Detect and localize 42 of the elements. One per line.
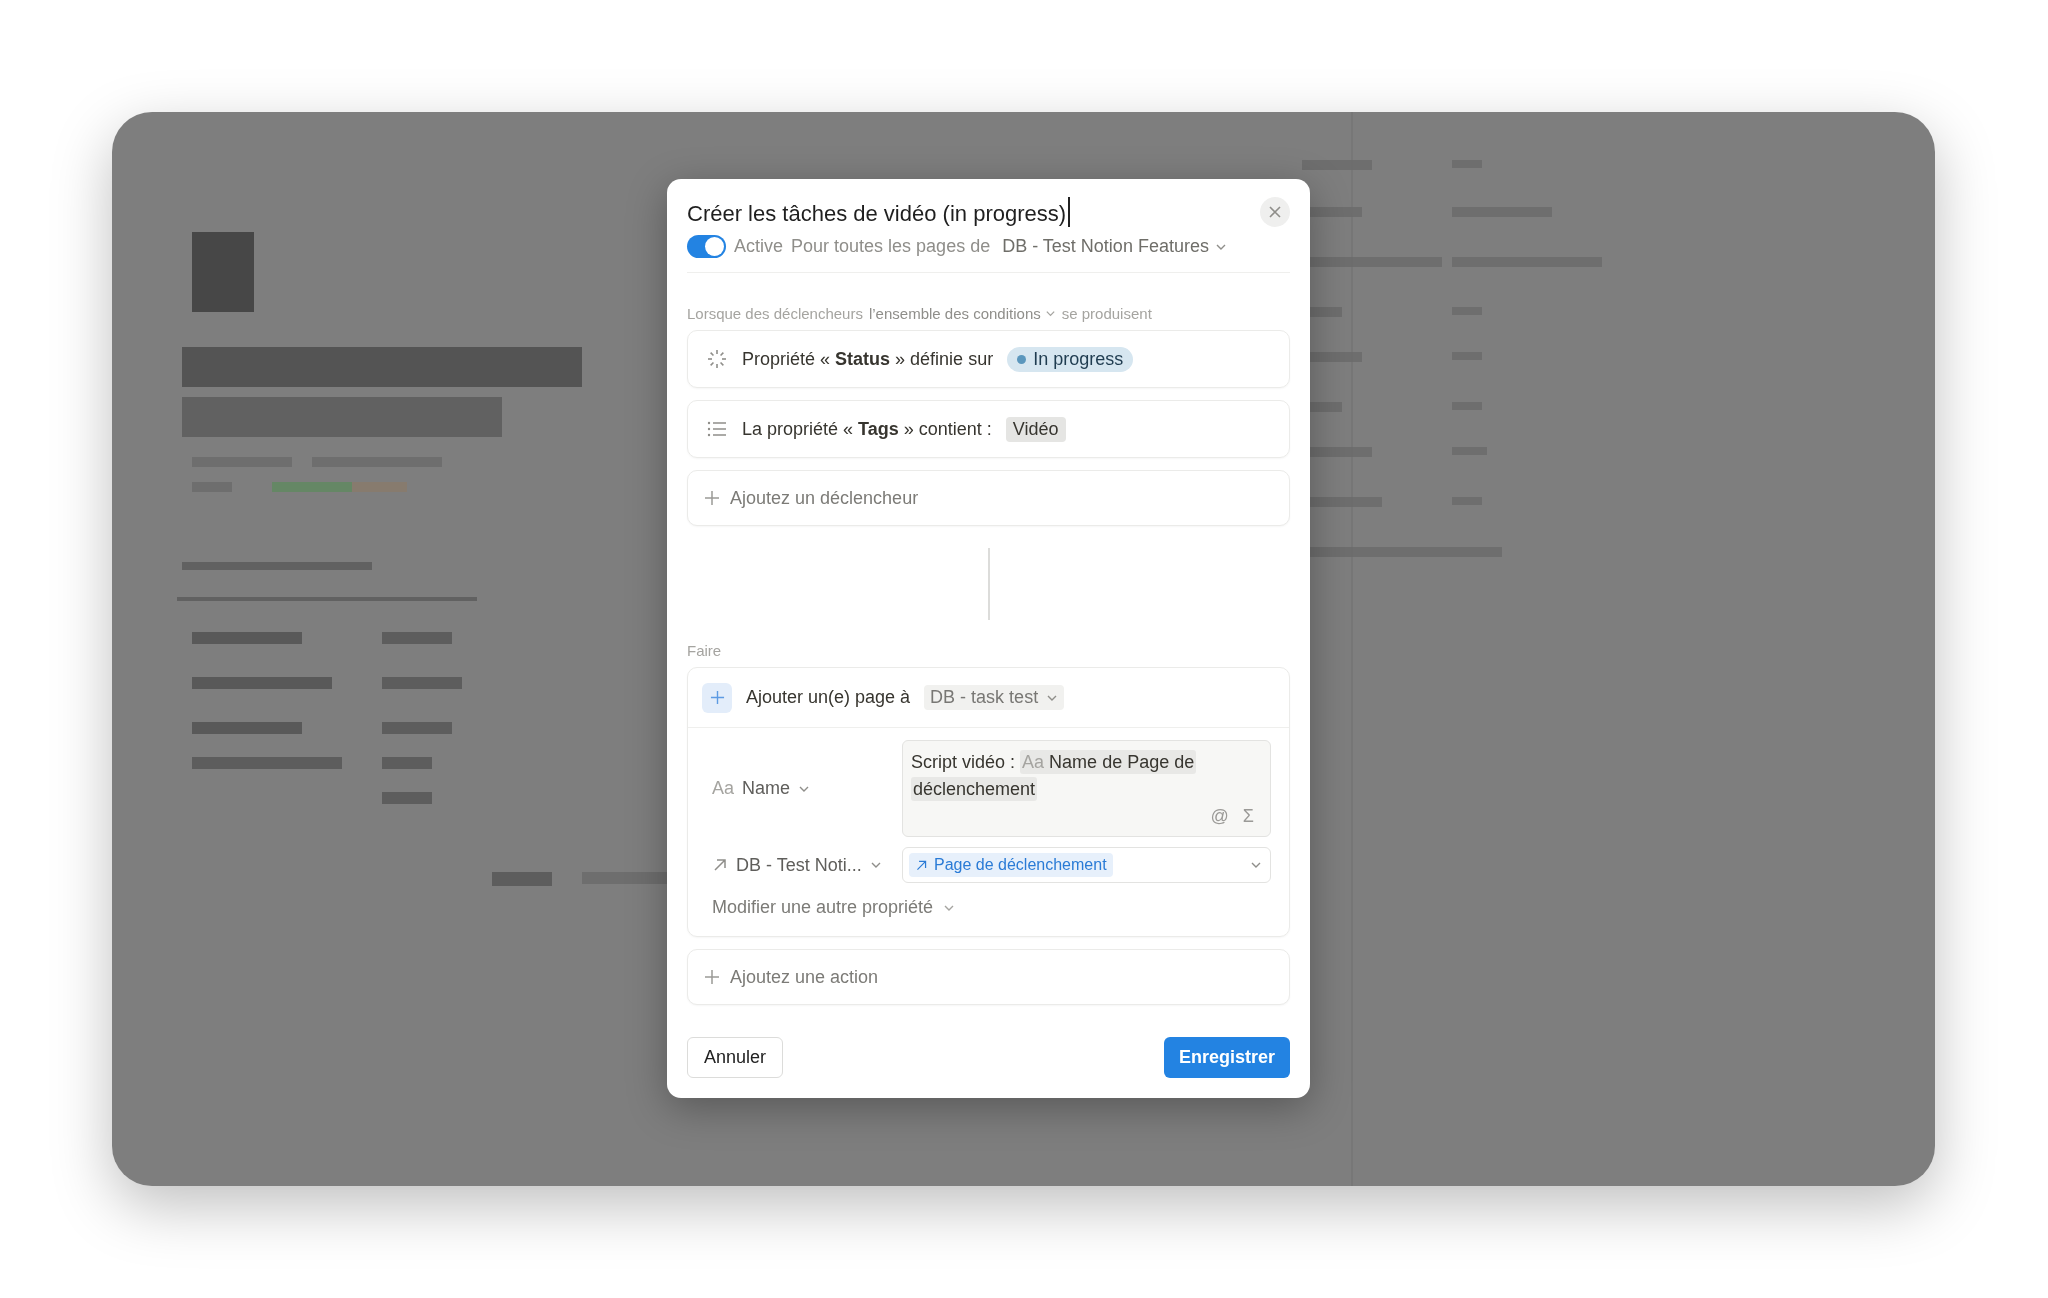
trigger-card[interactable]: Propriété « Status » définie sur In progress (687, 330, 1290, 388)
active-label: Active (734, 236, 784, 257)
loading-icon (706, 348, 728, 370)
section-label: Faire (687, 642, 722, 659)
plus-icon (704, 490, 720, 506)
condition-mode-selector[interactable]: l’ensemble des conditions (868, 305, 1056, 322)
edit-property-button[interactable]: Modifier une autre propriété (712, 893, 956, 922)
section-label: se produisent (1061, 305, 1152, 322)
save-button[interactable]: Enregistrer (1163, 1037, 1290, 1078)
list-icon (706, 420, 728, 438)
arrow-up-right-icon (712, 857, 728, 873)
close-icon (1269, 206, 1281, 218)
active-toggle[interactable] (687, 235, 726, 258)
mention-icon[interactable]: @ (1210, 803, 1229, 830)
scope-label: Pour toutes les pages de (791, 236, 991, 257)
close-button[interactable] (1260, 197, 1290, 227)
database-selector[interactable]: DB - Test Notion Features (998, 236, 1227, 257)
plus-icon (704, 969, 720, 985)
chevron-down-icon (1044, 308, 1056, 319)
automation-title[interactable]: Créer les tâches de vidéo (in progress) (687, 197, 1071, 227)
property-selector[interactable]: Aa Name (712, 778, 902, 799)
page-chip-text: Page de déclenchement (934, 856, 1107, 874)
status-text: In progress (1033, 348, 1124, 370)
trigger-card[interactable]: La propriété « Tags » contient : Vidéo (687, 400, 1290, 458)
property-selector[interactable]: DB - Test Noti... (712, 854, 902, 876)
trigger-text: La propriété « Tags » contient : (742, 418, 992, 440)
connector-line (987, 548, 990, 620)
tag-chip: Vidéo (1005, 416, 1066, 442)
value-field[interactable]: Script vidéo : Aa Name de Page de déclenchement @ Σ (902, 740, 1271, 837)
action-text: Ajouter un(e) page à (746, 687, 911, 708)
formula-icon[interactable]: Σ (1242, 803, 1254, 830)
add-action-button[interactable]: Ajoutez une action (687, 949, 1290, 1005)
trigger-text: Propriété « Status » définie sur (742, 348, 994, 370)
arrow-up-right-icon (915, 858, 928, 872)
database-selector[interactable]: DB - task test (924, 685, 1065, 710)
plus-icon (709, 690, 725, 705)
status-dot-icon (1017, 354, 1027, 364)
cancel-button[interactable]: Annuler (687, 1037, 784, 1078)
value-text: Script vidéo : Aa Name de Page de déclenchement (911, 749, 1198, 803)
relation-field[interactable]: Page de déclenchement (902, 847, 1271, 883)
section-label: Lorsque des déclencheurs (687, 305, 863, 322)
add-trigger-button[interactable]: Ajoutez un déclencheur (687, 470, 1290, 526)
